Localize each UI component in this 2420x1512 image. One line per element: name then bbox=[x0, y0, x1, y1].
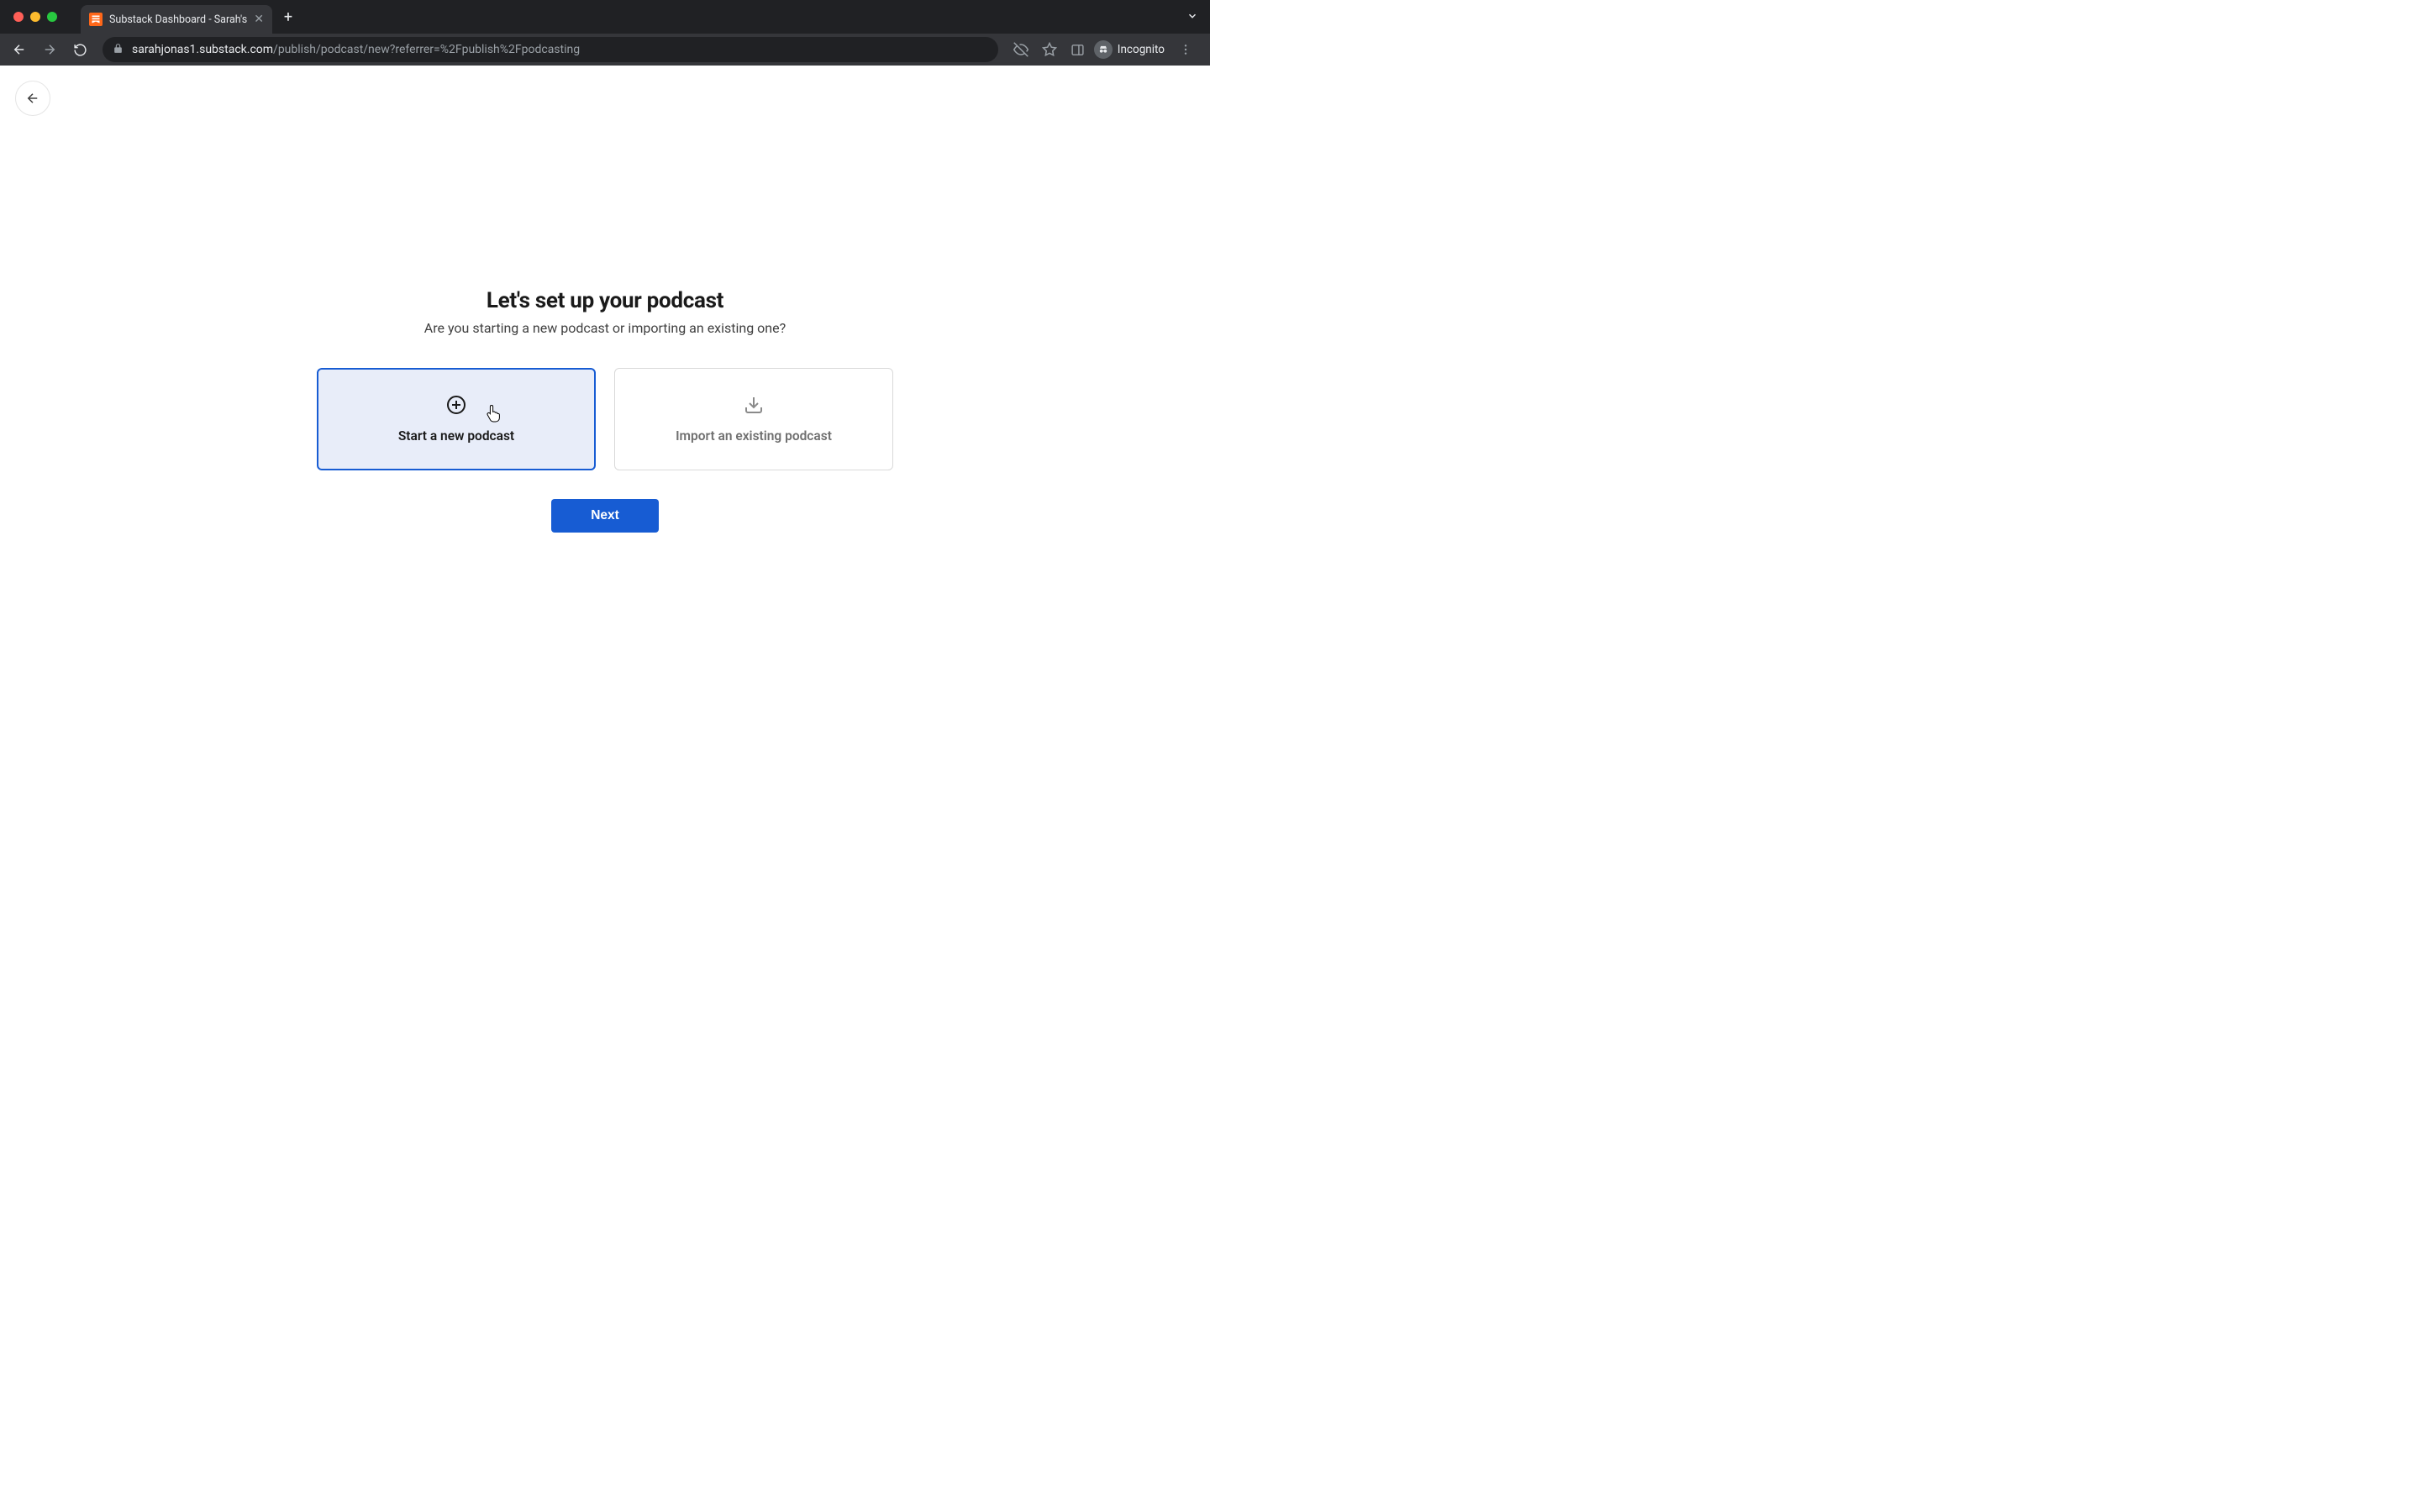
window-maximize-button[interactable] bbox=[47, 12, 57, 22]
window-close-button[interactable] bbox=[13, 12, 24, 22]
option-row: Start a new podcast Import an existing p… bbox=[311, 368, 899, 470]
address-bar-row: sarahjonas1.substack.com/publish/podcast… bbox=[0, 34, 1210, 66]
next-button-label: Next bbox=[591, 508, 619, 523]
nav-back-button[interactable] bbox=[7, 37, 32, 62]
browser-chrome: Substack Dashboard - Sarah's ✕ + sarahjo… bbox=[0, 0, 1210, 66]
nav-reload-button[interactable] bbox=[67, 37, 92, 62]
tab-close-button[interactable]: ✕ bbox=[254, 13, 264, 26]
option-import-existing-label: Import an existing podcast bbox=[676, 428, 832, 444]
bookmark-star-icon[interactable] bbox=[1037, 37, 1062, 62]
url-host: sarahjonas1.substack.com bbox=[132, 43, 273, 56]
tab-title: Substack Dashboard - Sarah's bbox=[109, 13, 247, 26]
side-panel-icon[interactable] bbox=[1065, 37, 1091, 62]
url-bar[interactable]: sarahjonas1.substack.com/publish/podcast… bbox=[103, 37, 998, 62]
page-subheading: Are you starting a new podcast or import… bbox=[311, 320, 899, 336]
url-text: sarahjonas1.substack.com/publish/podcast… bbox=[132, 43, 580, 56]
toolbar-right-icons: Incognito bbox=[1008, 37, 1203, 62]
download-icon bbox=[744, 395, 764, 418]
incognito-icon bbox=[1094, 40, 1113, 59]
browser-tab[interactable]: Substack Dashboard - Sarah's ✕ bbox=[81, 5, 272, 34]
window-minimize-button[interactable] bbox=[30, 12, 40, 22]
option-import-existing-podcast[interactable]: Import an existing podcast bbox=[614, 368, 893, 470]
plus-circle-icon bbox=[446, 395, 466, 418]
page-back-button[interactable] bbox=[15, 81, 50, 116]
page-heading: Let's set up your podcast bbox=[311, 288, 899, 313]
substack-favicon-icon bbox=[89, 13, 103, 26]
incognito-label: Incognito bbox=[1118, 43, 1165, 56]
lock-icon bbox=[113, 43, 124, 57]
next-button[interactable]: Next bbox=[551, 499, 659, 533]
incognito-badge[interactable]: Incognito bbox=[1094, 40, 1170, 59]
kebab-menu-icon[interactable] bbox=[1173, 37, 1198, 62]
tab-bar: Substack Dashboard - Sarah's ✕ + bbox=[0, 0, 1210, 34]
nav-forward-button[interactable] bbox=[37, 37, 62, 62]
window-controls bbox=[8, 12, 66, 22]
tab-list-chevron-icon[interactable] bbox=[1175, 9, 1210, 25]
new-tab-button[interactable]: + bbox=[272, 8, 304, 26]
eye-off-icon[interactable] bbox=[1008, 37, 1034, 62]
page-content: Let's set up your podcast Are you starti… bbox=[0, 66, 1210, 756]
url-path: /publish/podcast/new?referrer=%2Fpublish… bbox=[273, 43, 580, 56]
option-start-new-podcast[interactable]: Start a new podcast bbox=[317, 368, 596, 470]
option-start-new-label: Start a new podcast bbox=[398, 428, 514, 444]
setup-wizard: Let's set up your podcast Are you starti… bbox=[311, 288, 899, 533]
